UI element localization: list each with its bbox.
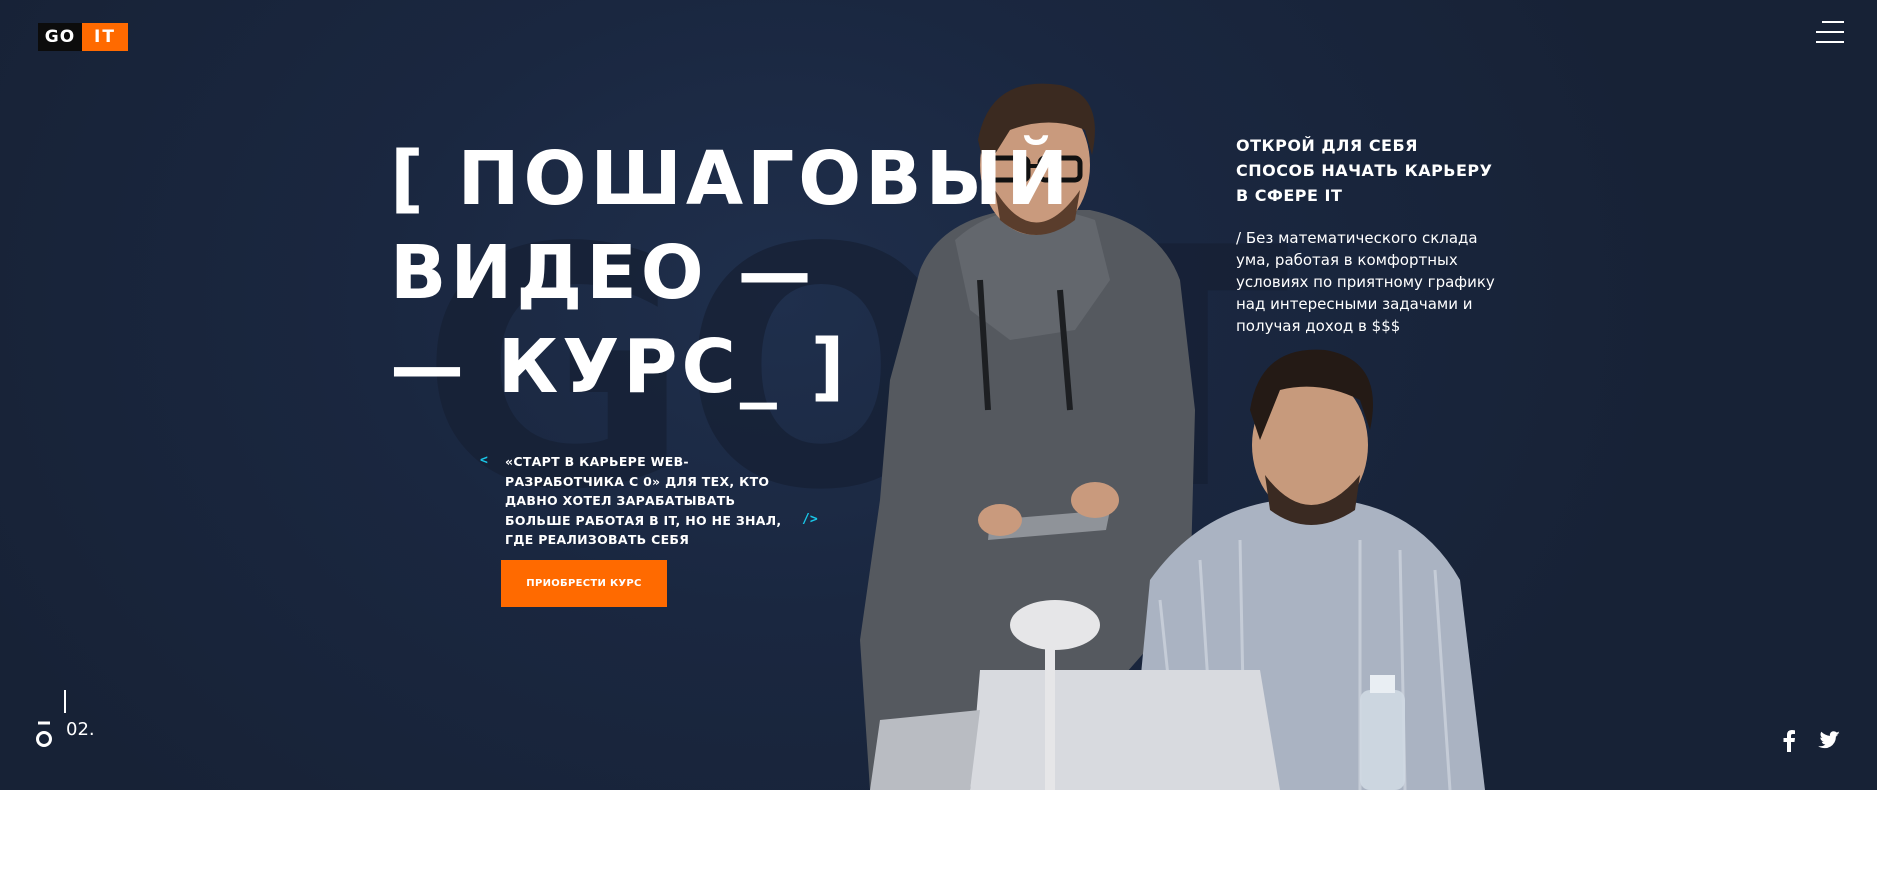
hamburger-menu-icon[interactable] (1814, 21, 1844, 43)
subtitle-open-bracket: < (480, 453, 488, 468)
slide-prev-number-icon[interactable] (34, 719, 54, 749)
hero-section: GO IT GOIT [ПОШАГОВЫЙ ВИДЕО — — КУРС_]… (0, 0, 1877, 790)
page-bottom (0, 790, 1877, 889)
subtitle: «СТАРТ В КАРЬЕРЕ WEB-РАЗРАБОТЧИКА С 0» Д… (505, 454, 782, 547)
facebook-icon[interactable] (1781, 730, 1797, 752)
headline-line-1: [ ПОШАГОВЫЙ (390, 136, 1073, 222)
logo-it: IT (82, 23, 128, 51)
slide-number: 02. (66, 719, 95, 740)
slide-progress-line (64, 690, 66, 713)
right-description: / Без математического склада ума, работа… (1236, 229, 1495, 335)
buy-course-button[interactable]: ПРИОБРЕСТИ КУРС (501, 560, 667, 607)
twitter-icon[interactable] (1818, 731, 1840, 749)
headline-line-2: ВИДЕО — (390, 230, 816, 316)
headline: [ ПОШАГОВЫЙ ВИДЕО — — КУРС_ ] (390, 132, 1072, 414)
logo-go: GO (38, 23, 82, 51)
right-title: ОТКРОЙ ДЛЯ СЕБЯ СПОСОБ НАЧАТЬ КАРЬЕРУ В … (1236, 136, 1493, 205)
subtitle-close-bracket: /> (802, 512, 818, 527)
logo[interactable]: GO IT (38, 23, 128, 51)
headline-line-3: — КУРС_ ] (390, 324, 849, 410)
